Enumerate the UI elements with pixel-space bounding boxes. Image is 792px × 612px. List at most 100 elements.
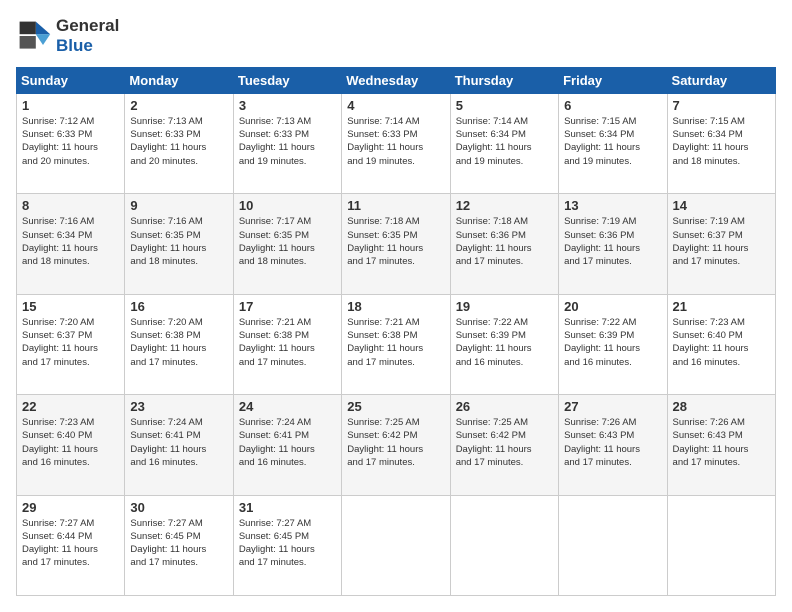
day-number: 27 — [564, 399, 661, 414]
day-info: Sunrise: 7:19 AM Sunset: 6:36 PM Dayligh… — [564, 215, 661, 268]
day-number: 4 — [347, 98, 444, 113]
day-info: Sunrise: 7:22 AM Sunset: 6:39 PM Dayligh… — [564, 316, 661, 369]
calendar-cell: 23Sunrise: 7:24 AM Sunset: 6:41 PM Dayli… — [125, 395, 233, 495]
day-number: 29 — [22, 500, 119, 515]
day-info: Sunrise: 7:15 AM Sunset: 6:34 PM Dayligh… — [673, 115, 770, 168]
day-number: 26 — [456, 399, 553, 414]
calendar-cell: 11 Sunrise: 7:18 AM Sunset: 6:35 PM Dayli… — [342, 194, 450, 294]
logo-text: General Blue — [56, 16, 119, 57]
day-info: Sunrise: 7:19 AM Sunset: 6:37 PM Dayligh… — [673, 215, 770, 268]
day-info: Sunrise: 7:21 AM Sunset: 6:38 PM Dayligh… — [347, 316, 444, 369]
day-info: Sunrise: 7:20 AM Sunset: 6:37 PM Dayligh… — [22, 316, 119, 369]
page: General Blue SundayMondayTuesdayWednesda… — [0, 0, 792, 612]
day-number: 24 — [239, 399, 336, 414]
day-info: Sunrise: 7:18 AM Sunset: 6:36 PM Dayligh… — [456, 215, 553, 268]
calendar-table: SundayMondayTuesdayWednesdayThursdayFrid… — [16, 67, 776, 596]
day-number: 15 — [22, 299, 119, 314]
day-number: 11 — [347, 198, 444, 213]
weekday-tuesday: Tuesday — [233, 67, 341, 93]
calendar-cell — [450, 495, 558, 595]
calendar-cell: 7Sunrise: 7:15 AM Sunset: 6:34 PM Daylig… — [667, 93, 775, 193]
day-info: Sunrise: 7:26 AM Sunset: 6:43 PM Dayligh… — [673, 416, 770, 469]
day-info: Sunrise: 7:25 AM Sunset: 6:42 PM Dayligh… — [347, 416, 444, 469]
day-info: Sunrise: 7:14 AM Sunset: 6:33 PM Dayligh… — [347, 115, 444, 168]
day-info: Sunrise: 7:27 AM Sunset: 6:45 PM Dayligh… — [130, 517, 227, 570]
week-row-4: 22 Sunrise: 7:23 AM Sunset: 6:40 PM Dayli… — [17, 395, 776, 495]
calendar-cell: 12 Sunrise: 7:18 AM Sunset: 6:36 PM Dayli… — [450, 194, 558, 294]
day-number: 25 — [347, 399, 444, 414]
calendar-cell: 26 Sunrise: 7:25 AM Sunset: 6:42 PM Dayli… — [450, 395, 558, 495]
weekday-header-row: SundayMondayTuesdayWednesdayThursdayFrid… — [17, 67, 776, 93]
day-number: 21 — [673, 299, 770, 314]
logo: General Blue — [16, 16, 119, 57]
day-info: Sunrise: 7:17 AM Sunset: 6:35 PM Dayligh… — [239, 215, 336, 268]
week-row-3: 15 Sunrise: 7:20 AM Sunset: 6:37 PM Dayli… — [17, 294, 776, 394]
calendar-cell: 9Sunrise: 7:16 AM Sunset: 6:35 PM Daylig… — [125, 194, 233, 294]
header: General Blue — [16, 16, 776, 57]
day-number: 12 — [456, 198, 553, 213]
day-info: Sunrise: 7:12 AM Sunset: 6:33 PM Dayligh… — [22, 115, 119, 168]
day-info: Sunrise: 7:21 AM Sunset: 6:38 PM Dayligh… — [239, 316, 336, 369]
day-info: Sunrise: 7:16 AM Sunset: 6:34 PM Dayligh… — [22, 215, 119, 268]
calendar-cell: 27Sunrise: 7:26 AM Sunset: 6:43 PM Dayli… — [559, 395, 667, 495]
weekday-friday: Friday — [559, 67, 667, 93]
calendar-cell: 13 Sunrise: 7:19 AM Sunset: 6:36 PM Dayli… — [559, 194, 667, 294]
weekday-thursday: Thursday — [450, 67, 558, 93]
day-number: 20 — [564, 299, 661, 314]
week-row-5: 29 Sunrise: 7:27 AM Sunset: 6:44 PM Dayli… — [17, 495, 776, 595]
calendar-cell: 4 Sunrise: 7:14 AM Sunset: 6:33 PM Daylig… — [342, 93, 450, 193]
calendar-cell: 15 Sunrise: 7:20 AM Sunset: 6:37 PM Dayli… — [17, 294, 125, 394]
day-info: Sunrise: 7:27 AM Sunset: 6:45 PM Dayligh… — [239, 517, 336, 570]
day-info: Sunrise: 7:22 AM Sunset: 6:39 PM Dayligh… — [456, 316, 553, 369]
calendar-cell: 31 Sunrise: 7:27 AM Sunset: 6:45 PM Dayli… — [233, 495, 341, 595]
calendar-cell: 28 Sunrise: 7:26 AM Sunset: 6:43 PM Dayli… — [667, 395, 775, 495]
week-row-1: 1 Sunrise: 7:12 AM Sunset: 6:33 PM Daylig… — [17, 93, 776, 193]
calendar-cell: 24 Sunrise: 7:24 AM Sunset: 6:41 PM Dayli… — [233, 395, 341, 495]
calendar-cell: 22 Sunrise: 7:23 AM Sunset: 6:40 PM Dayli… — [17, 395, 125, 495]
day-number: 18 — [347, 299, 444, 314]
weekday-monday: Monday — [125, 67, 233, 93]
weekday-sunday: Sunday — [17, 67, 125, 93]
day-number: 16 — [130, 299, 227, 314]
calendar-cell: 6Sunrise: 7:15 AM Sunset: 6:34 PM Daylig… — [559, 93, 667, 193]
day-info: Sunrise: 7:14 AM Sunset: 6:34 PM Dayligh… — [456, 115, 553, 168]
day-info: Sunrise: 7:20 AM Sunset: 6:38 PM Dayligh… — [130, 316, 227, 369]
calendar-cell: 19Sunrise: 7:22 AM Sunset: 6:39 PM Dayli… — [450, 294, 558, 394]
day-number: 14 — [673, 198, 770, 213]
logo-icon — [16, 18, 52, 54]
calendar-cell: 5 Sunrise: 7:14 AM Sunset: 6:34 PM Daylig… — [450, 93, 558, 193]
calendar-cell — [667, 495, 775, 595]
day-number: 1 — [22, 98, 119, 113]
day-info: Sunrise: 7:13 AM Sunset: 6:33 PM Dayligh… — [239, 115, 336, 168]
weekday-wednesday: Wednesday — [342, 67, 450, 93]
day-number: 5 — [456, 98, 553, 113]
day-number: 13 — [564, 198, 661, 213]
calendar-body: 1 Sunrise: 7:12 AM Sunset: 6:33 PM Daylig… — [17, 93, 776, 595]
calendar-cell: 29 Sunrise: 7:27 AM Sunset: 6:44 PM Dayli… — [17, 495, 125, 595]
day-number: 23 — [130, 399, 227, 414]
calendar-cell: 2 Sunrise: 7:13 AM Sunset: 6:33 PM Daylig… — [125, 93, 233, 193]
day-info: Sunrise: 7:24 AM Sunset: 6:41 PM Dayligh… — [239, 416, 336, 469]
calendar-cell: 1 Sunrise: 7:12 AM Sunset: 6:33 PM Daylig… — [17, 93, 125, 193]
calendar-cell: 21 Sunrise: 7:23 AM Sunset: 6:40 PM Dayli… — [667, 294, 775, 394]
calendar-cell: 10Sunrise: 7:17 AM Sunset: 6:35 PM Dayli… — [233, 194, 341, 294]
calendar-cell: 20 Sunrise: 7:22 AM Sunset: 6:39 PM Dayli… — [559, 294, 667, 394]
day-number: 2 — [130, 98, 227, 113]
day-number: 31 — [239, 500, 336, 515]
day-number: 28 — [673, 399, 770, 414]
day-info: Sunrise: 7:23 AM Sunset: 6:40 PM Dayligh… — [22, 416, 119, 469]
day-info: Sunrise: 7:23 AM Sunset: 6:40 PM Dayligh… — [673, 316, 770, 369]
calendar-cell: 8 Sunrise: 7:16 AM Sunset: 6:34 PM Daylig… — [17, 194, 125, 294]
day-info: Sunrise: 7:27 AM Sunset: 6:44 PM Dayligh… — [22, 517, 119, 570]
calendar-cell: 14 Sunrise: 7:19 AM Sunset: 6:37 PM Dayli… — [667, 194, 775, 294]
calendar-cell — [559, 495, 667, 595]
day-info: Sunrise: 7:16 AM Sunset: 6:35 PM Dayligh… — [130, 215, 227, 268]
day-info: Sunrise: 7:18 AM Sunset: 6:35 PM Dayligh… — [347, 215, 444, 268]
day-number: 8 — [22, 198, 119, 213]
day-info: Sunrise: 7:15 AM Sunset: 6:34 PM Dayligh… — [564, 115, 661, 168]
day-info: Sunrise: 7:25 AM Sunset: 6:42 PM Dayligh… — [456, 416, 553, 469]
day-number: 17 — [239, 299, 336, 314]
day-number: 22 — [22, 399, 119, 414]
day-info: Sunrise: 7:13 AM Sunset: 6:33 PM Dayligh… — [130, 115, 227, 168]
calendar-cell: 3Sunrise: 7:13 AM Sunset: 6:33 PM Daylig… — [233, 93, 341, 193]
